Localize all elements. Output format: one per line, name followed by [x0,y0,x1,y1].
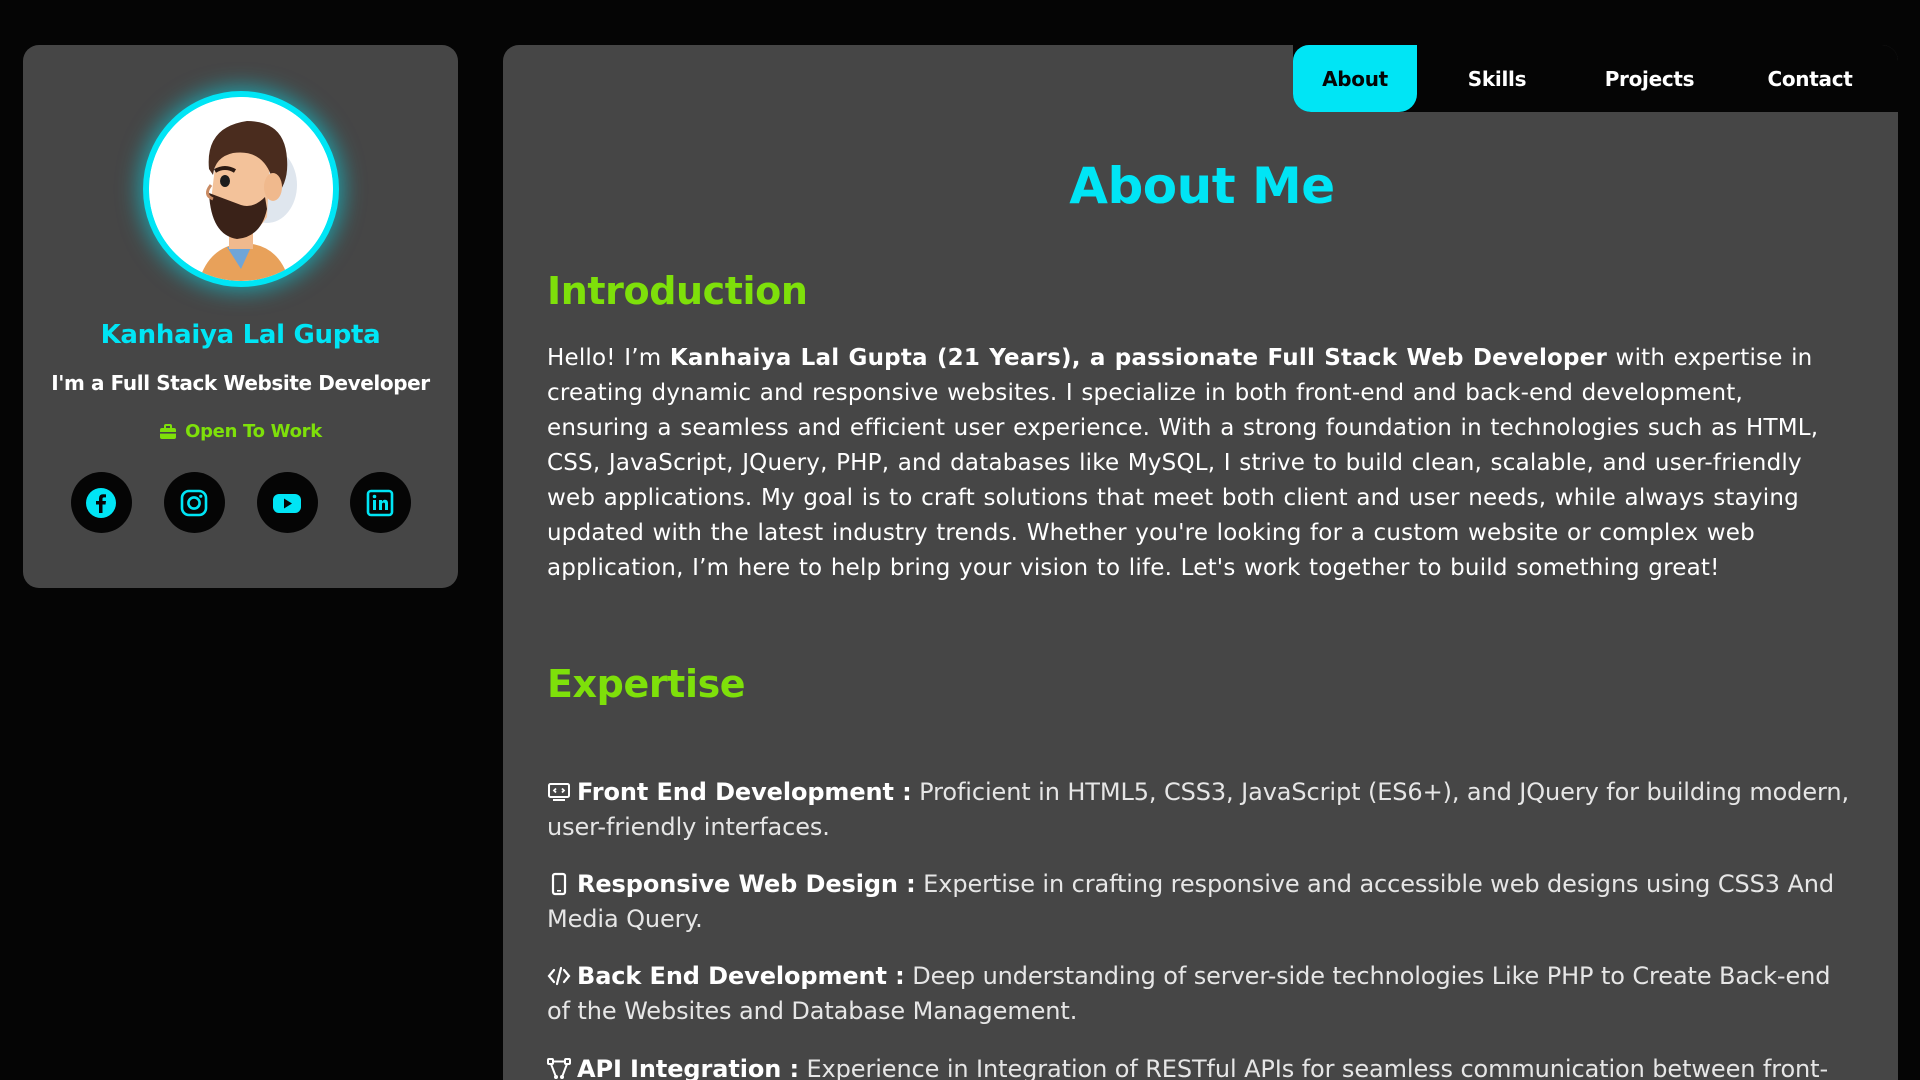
expertise-item: Responsive Web Design : Expertise in cra… [547,867,1857,937]
profile-card: Kanhaiya Lal Gupta I'm a Full Stack Webs… [23,45,458,588]
instagram-icon [180,489,208,516]
intro-prefix: Hello! I’m [547,345,670,371]
code-screen-icon [547,780,571,804]
api-icon [547,1057,571,1080]
tab-about[interactable]: About [1293,45,1417,112]
expertise-heading: Expertise [547,662,746,706]
facebook-link[interactable] [70,472,132,533]
tab-skills[interactable]: Skills [1417,45,1577,112]
youtube-link[interactable] [256,472,318,533]
profile-role: I'm a Full Stack Website Developer [51,371,430,395]
profile-name: Kanhaiya Lal Gupta [100,320,381,350]
intro-highlight: Kanhaiya Lal Gupta (21 Years), a passion… [669,345,1608,371]
expertise-title: Back End Development : [577,962,905,990]
about-panel: About Skills Projects Contact About Me I… [503,45,1898,1080]
intro-rest: with expertise in creating dynamic and r… [547,345,1819,581]
open-to-work-status: Open To Work [159,421,322,442]
expertise-item: Front End Development : Proficient in HT… [547,775,1857,845]
mobile-icon [547,872,571,896]
expertise-title: Responsive Web Design : [577,870,916,898]
expertise-item: Back End Development : Deep understandin… [547,959,1857,1029]
facebook-icon [86,487,116,518]
briefcase-icon [160,423,177,439]
expertise-title: Front End Development : [577,778,912,806]
expertise-title: API Integration : [577,1055,799,1080]
linkedin-link[interactable] [349,472,411,533]
social-links [70,472,411,533]
linkedin-icon [366,489,394,516]
youtube-icon [273,493,301,513]
page-title: About Me [1069,157,1335,215]
main-nav: About Skills Projects Contact [1293,45,1898,112]
status-label: Open To Work [185,421,322,442]
introduction-heading: Introduction [547,269,808,313]
instagram-link[interactable] [163,472,225,533]
tab-contact[interactable]: Contact [1722,45,1898,112]
code-icon [547,964,571,988]
expertise-item: API Integration : Experience in Integrat… [547,1052,1857,1080]
avatar-illustration [148,97,333,281]
avatar [142,91,339,287]
introduction-text: Hello! I’m Kanhaiya Lal Gupta (21 Years)… [547,341,1847,586]
tab-projects[interactable]: Projects [1577,45,1722,112]
portfolio-page: Kanhaiya Lal Gupta I'm a Full Stack Webs… [0,0,1920,1080]
